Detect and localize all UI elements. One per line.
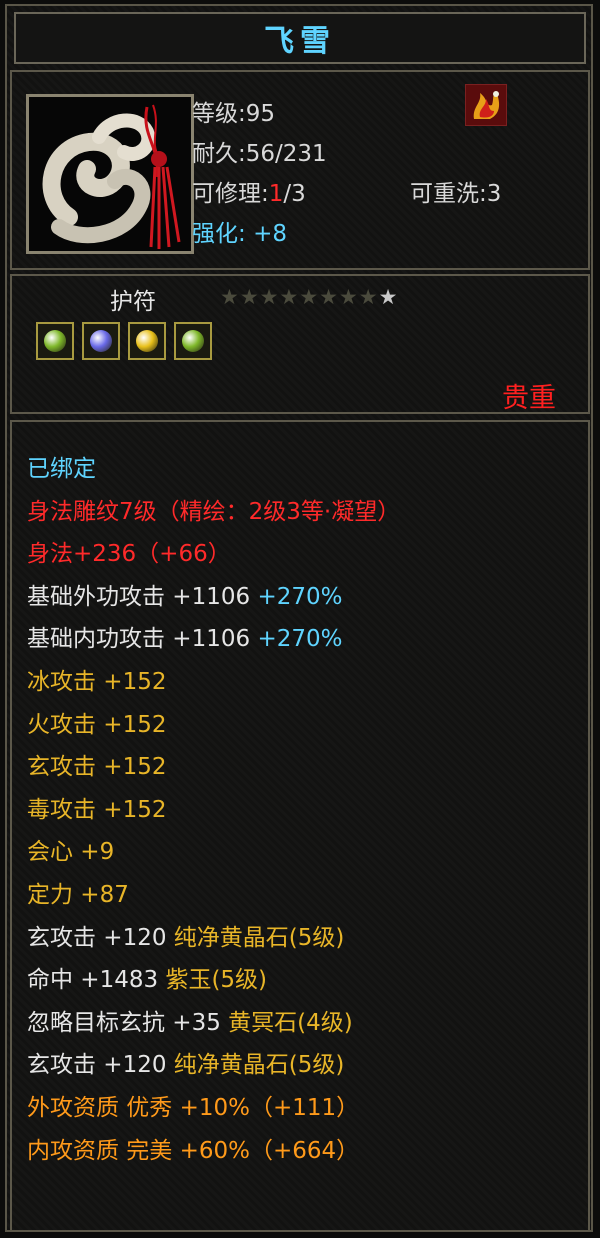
attribute-text: 定力 +87: [27, 881, 129, 908]
attribute-line: 外攻资质 优秀 +10%（+111）: [27, 1087, 400, 1130]
attribute-line: 玄攻击 +120 纯净黄晶石(5级): [27, 1044, 400, 1087]
attribute-text: 身法+236（+66）: [27, 541, 231, 568]
enhance-text: 强化: +8: [192, 214, 287, 248]
attribute-text: 外攻资质 优秀 +10%（+111）: [27, 1094, 360, 1121]
attribute-line: 身法雕纹7级（精绘：2级3等·凝望）: [27, 491, 400, 534]
attribute-text: 火攻击 +152: [27, 711, 167, 738]
item-type-icon: [465, 84, 507, 126]
attribute-line: 玄攻击 +152: [27, 746, 400, 789]
attribute-text: +270%: [257, 626, 343, 653]
attribute-text: 基础内功攻击 +1106: [27, 626, 258, 653]
level-text: 等级:95: [192, 101, 276, 127]
flame-emblem-icon: [473, 91, 500, 119]
star-icon: ★: [378, 285, 398, 309]
attribute-line: 玄攻击 +120 纯净黄晶石(5级): [27, 917, 400, 960]
star-rating: ★ ★ ★ ★ ★ ★ ★ ★ ★: [220, 285, 397, 309]
attribute-text: 毒攻击 +152: [27, 796, 167, 823]
enhance-value: +8: [253, 221, 287, 247]
item-name: 飞雪: [264, 24, 336, 59]
attribute-text: 纯净黄晶石(5级): [173, 1052, 345, 1079]
repair-max: /3: [283, 181, 306, 207]
attribute-line: 会心 +9: [27, 831, 400, 874]
attribute-line: 定力 +87: [27, 874, 400, 917]
attribute-text: 冰攻击 +152: [27, 668, 167, 695]
attribute-text: 忽略目标玄抗 +35: [27, 1009, 229, 1036]
jade-amulet-icon: [29, 97, 191, 251]
attribute-line: 身法+236（+66）: [27, 533, 400, 576]
durability-text: 耐久:56/231: [192, 141, 327, 167]
gem-slots: [36, 322, 212, 360]
attribute-text: 紫玉(5级): [165, 967, 268, 994]
purple-gem-icon[interactable]: [82, 322, 120, 360]
attribute-text: 已绑定: [27, 456, 96, 482]
attribute-line: 毒攻击 +152: [27, 789, 400, 832]
star-icon: ★: [279, 285, 299, 309]
star-icon: ★: [358, 285, 378, 309]
star-icon: ★: [259, 285, 279, 309]
star-icon: ★: [239, 285, 259, 309]
attribute-text: 身法雕纹7级（精绘：2级3等·凝望）: [27, 498, 401, 525]
attribute-text: 命中 +1483: [27, 967, 166, 994]
attribute-line: 冰攻击 +152: [27, 661, 400, 704]
repair-label: 可修理:: [192, 181, 269, 207]
attribute-text: 纯净黄晶石(5级): [173, 924, 345, 951]
attribute-line: 忽略目标玄抗 +35 黄冥石(4级): [27, 1002, 400, 1045]
star-icon: ★: [319, 285, 338, 309]
attribute-line: 已绑定: [27, 448, 400, 491]
rarity-label: 贵重: [502, 383, 556, 414]
attribute-line: 命中 +1483 紫玉(5级): [27, 959, 400, 1002]
green-gem-icon[interactable]: [36, 322, 74, 360]
yellow-gem-icon[interactable]: [128, 322, 166, 360]
attribute-text: 基础外功攻击 +1106: [27, 583, 258, 610]
attribute-line: 火攻击 +152: [27, 704, 400, 747]
gem-core: [136, 330, 158, 352]
repair-text: 可修理:1/3: [192, 174, 306, 208]
title-bar: 飞雪: [14, 12, 586, 64]
green-gem-icon[interactable]: [174, 322, 212, 360]
attribute-text: 玄攻击 +120: [27, 1052, 174, 1079]
enhance-label: 强化:: [192, 221, 246, 247]
attribute-text: 玄攻击 +152: [27, 754, 167, 781]
star-icon: ★: [299, 285, 319, 309]
star-icon: ★: [338, 285, 358, 309]
attribute-line: 内攻资质 完美 +60%（+664）: [27, 1130, 400, 1173]
gem-core: [90, 330, 112, 352]
star-icon: ★: [220, 285, 239, 309]
attribute-text: 内攻资质 完美 +60%（+664）: [27, 1137, 360, 1164]
attribute-line: 基础外功攻击 +1106 +270%: [27, 576, 400, 619]
rewash-text: 可重洗:3: [410, 181, 502, 207]
gem-core: [182, 330, 204, 352]
repair-current: 1: [268, 181, 284, 207]
attribute-text: 会心 +9: [27, 839, 115, 866]
attribute-line: 基础内功攻击 +1106 +270%: [27, 618, 400, 661]
attribute-text: 玄攻击 +120: [27, 924, 174, 951]
gem-core: [44, 330, 66, 352]
attribute-text: +270%: [257, 583, 343, 610]
attribute-list: 已绑定身法雕纹7级（精绘：2级3等·凝望） 身法+236（+66） 基础外功攻击 +…: [27, 448, 400, 1172]
item-portrait[interactable]: [26, 94, 194, 254]
attribute-text: 黄冥石(4级): [228, 1009, 353, 1036]
amulet-label: 护符: [110, 289, 156, 315]
